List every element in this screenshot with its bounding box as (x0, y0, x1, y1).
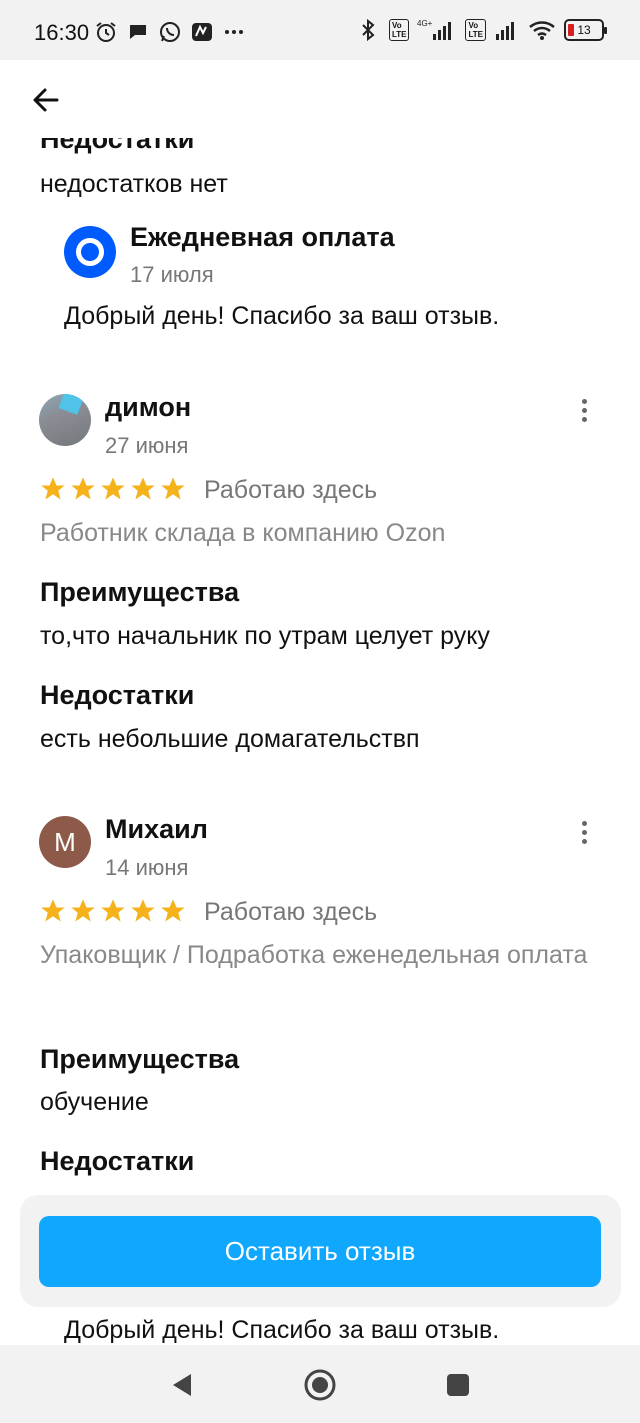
bluetooth-icon (357, 18, 381, 42)
signal-icon-2 (494, 18, 520, 42)
square-recents-icon (447, 1374, 469, 1396)
wifi-icon (528, 18, 556, 42)
reply-author: Ежедневная оплата (130, 222, 395, 252)
more-options-button[interactable] (572, 816, 596, 848)
triangle-back-icon (173, 1374, 191, 1396)
signal-icon: 4G+ (417, 18, 457, 42)
avatar[interactable] (39, 394, 91, 446)
reviews-list[interactable]: Недостатки недостатков нет Ежедневная оп… (0, 130, 640, 1200)
pros-text: то,что начальник по утрам целует руку (40, 622, 490, 650)
volte-icon: Vo LTE (388, 19, 410, 41)
cons-heading: Недостатки (40, 1146, 195, 1176)
review-date: 14 июня (105, 855, 189, 880)
ozon-logo-icon (64, 226, 116, 278)
star-icon (131, 899, 155, 922)
chat-bubble-icon (126, 20, 150, 44)
nav-back-button[interactable] (162, 1365, 202, 1405)
reply-text: Добрый день! Спасибо за ваш отзыв. (64, 302, 500, 330)
cut-cons-heading: Недостатки (40, 130, 195, 154)
star-icon (71, 899, 95, 922)
battery-icon: 13 (564, 19, 607, 41)
more-notifications-icon (222, 20, 246, 44)
review-author: Михаил (105, 814, 208, 844)
pros-heading: Преимущества (40, 577, 240, 607)
prev-cons-text: недостатков нет (40, 170, 228, 198)
whatsapp-icon (158, 20, 182, 44)
review-date: 27 июня (105, 433, 189, 458)
job-position: Упаковщик / Подработка еженедельная опла… (40, 941, 588, 969)
svg-text:4G+: 4G+ (417, 19, 433, 28)
system-nav-bar (0, 1345, 640, 1423)
star-icon (41, 899, 65, 922)
status-bar: 16:30 Vo LTE 4G+ Vo LTE 13 (0, 0, 640, 60)
more-options-button[interactable] (572, 394, 596, 426)
job-position: Работник склада в компанию Ozon (40, 519, 446, 547)
notification-icons (94, 20, 246, 44)
pros-text: обучение (40, 1088, 149, 1116)
volte-icon-2: Vo LTE (465, 19, 486, 41)
back-button[interactable] (28, 82, 64, 118)
star-icon (71, 477, 95, 500)
reply-date: 17 июля (130, 262, 214, 287)
reply-text-peek: Добрый день! Спасибо за ваш отзыв. (64, 1316, 500, 1344)
review-card: М Михаил 14 июня Работаю здесь Упаковщик… (0, 814, 640, 1200)
nav-home-button[interactable] (300, 1365, 340, 1405)
home-circle-icon (304, 1369, 336, 1401)
status-time: 16:30 (34, 20, 90, 45)
app-notification-icon (190, 20, 214, 44)
employment-status: Работаю здесь (204, 898, 378, 926)
pros-heading: Преимущества (40, 1044, 240, 1074)
star-icon (101, 899, 125, 922)
star-rating (39, 897, 187, 925)
cons-heading: Недостатки (40, 680, 195, 710)
star-rating (39, 475, 187, 503)
employment-status: Работаю здесь (204, 476, 378, 504)
review-author: димон (105, 392, 192, 422)
avatar[interactable]: М (39, 816, 91, 868)
nav-recents-button[interactable] (438, 1365, 478, 1405)
system-icons: Vo LTE 4G+ Vo LTE 13 (357, 18, 607, 42)
star-icon (161, 477, 185, 500)
arrow-left-icon (33, 88, 59, 112)
action-panel: Оставить отзыв (20, 1195, 621, 1307)
star-icon (161, 899, 185, 922)
star-icon (41, 477, 65, 500)
review-card: димон 27 июня Работаю здесь Работник скл… (0, 392, 640, 772)
leave-review-button[interactable]: Оставить отзыв (39, 1216, 601, 1287)
cons-text: есть небольшие домагательствп (40, 725, 420, 753)
star-icon (101, 477, 125, 500)
star-icon (131, 477, 155, 500)
alarm-icon (94, 20, 118, 44)
